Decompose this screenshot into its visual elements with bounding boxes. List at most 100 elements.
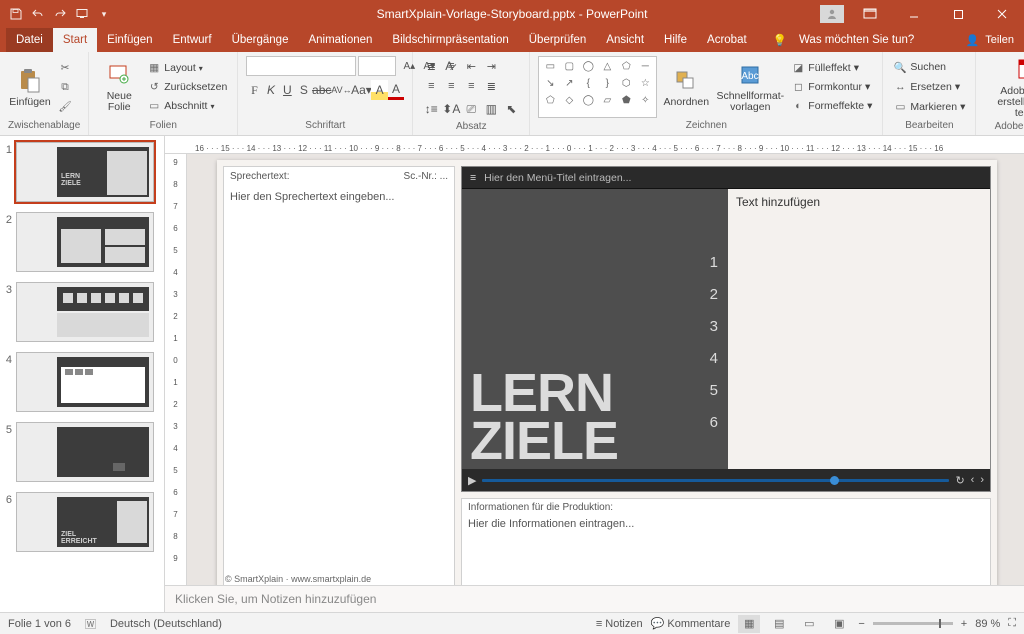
close-icon[interactable]: [980, 0, 1024, 28]
new-slide-button[interactable]: Neue Folie: [97, 56, 141, 118]
preview-menu-bar[interactable]: ≡Hier den Menü-Titel eintragen...: [462, 167, 990, 189]
slide-counter: Folie 1 von 6: [8, 618, 71, 630]
notes-pane[interactable]: Klicken Sie, um Notizen hinzuzufügen: [165, 585, 1024, 612]
thumb-1[interactable]: 1 LERN ZIELE: [2, 142, 160, 202]
case-button[interactable]: Aa▾: [351, 80, 371, 100]
comments-toggle[interactable]: 💬 Kommentare: [651, 617, 731, 630]
zoom-out-icon[interactable]: −: [858, 618, 864, 630]
speaker-text-box[interactable]: Sprechertext:Sc.-Nr.: ... Hier den Sprec…: [223, 166, 455, 585]
share-button[interactable]: 👤Teilen: [966, 34, 1014, 47]
replace-button[interactable]: ↔Ersetzen ▾: [891, 78, 967, 97]
line-spacing-icon[interactable]: ↕≡: [421, 99, 441, 119]
indent-right-icon[interactable]: ⇥: [481, 56, 501, 76]
thumb-3[interactable]: 3: [2, 282, 160, 342]
strike-button[interactable]: abc: [312, 80, 331, 100]
adobe-pdf-button[interactable]: Adobe PDF erstellen und teilen: [984, 56, 1024, 119]
indent-left-icon[interactable]: ⇤: [461, 56, 481, 76]
minimize-icon[interactable]: [892, 0, 936, 28]
arrange-button[interactable]: Anordnen: [661, 56, 711, 118]
ribbon-display-icon[interactable]: [848, 0, 892, 28]
select-icon: ▭: [893, 101, 907, 113]
language-status[interactable]: Deutsch (Deutschland): [110, 618, 222, 630]
layout-button[interactable]: ▦Layout ▾: [145, 59, 229, 77]
undo-icon[interactable]: [28, 4, 48, 24]
align-text-icon[interactable]: ⎚: [461, 99, 481, 119]
highlight-button[interactable]: A: [371, 80, 387, 100]
spellcheck-icon[interactable]: 🅆: [85, 616, 96, 632]
replay-icon[interactable]: ↻: [955, 474, 964, 487]
format-painter-button[interactable]: 🖌: [56, 97, 74, 115]
copy-button[interactable]: ⧉: [56, 78, 74, 96]
shadow-button[interactable]: S: [296, 80, 312, 100]
tab-acrobat[interactable]: Acrobat: [697, 28, 757, 52]
start-from-beginning-icon[interactable]: [72, 4, 92, 24]
account-icon[interactable]: [820, 5, 844, 23]
redo-icon[interactable]: [50, 4, 70, 24]
qat-dropdown-icon[interactable]: ▾: [94, 4, 114, 24]
thumb-5[interactable]: 5: [2, 422, 160, 482]
timeline-slider[interactable]: [482, 479, 949, 482]
quick-styles-button[interactable]: Abc Schnellformat- vorlagen: [715, 56, 785, 118]
bullets-icon[interactable]: ≣: [421, 56, 441, 76]
cut-button[interactable]: ✂: [56, 59, 74, 77]
tab-start[interactable]: Start: [53, 28, 97, 52]
shape-fill-button[interactable]: ◪Fülleffekt ▾: [789, 59, 874, 77]
ribbon: Einfügen ✂ ⧉ 🖌 Zwischenablage Neue Folie…: [0, 52, 1024, 136]
align-right-icon[interactable]: ≡: [461, 76, 481, 96]
shape-effects-button[interactable]: ◐Formeffekte ▾: [789, 97, 874, 115]
fit-to-window-icon[interactable]: ⛶: [1008, 617, 1016, 630]
thumb-2[interactable]: 2: [2, 212, 160, 272]
underline-button[interactable]: U: [279, 80, 295, 100]
autosave-icon[interactable]: [6, 4, 26, 24]
tab-design[interactable]: Entwurf: [163, 28, 222, 52]
effects-icon: ◐: [791, 100, 805, 112]
tell-me[interactable]: Was möchten Sie tun?: [797, 28, 924, 52]
production-info-box[interactable]: Informationen für die Produktion: Hier d…: [461, 498, 991, 585]
select-button[interactable]: ▭Markieren ▾: [891, 98, 967, 117]
thumb-6[interactable]: 6 ZIEL ERREICHT: [2, 492, 160, 552]
zoom-level[interactable]: 89 %: [975, 618, 1000, 630]
font-color-button[interactable]: A: [388, 80, 404, 100]
cut-icon: ✂: [58, 62, 72, 74]
side-text-box[interactable]: Text hinzufügen: [728, 189, 990, 469]
tab-review[interactable]: Überprüfen: [519, 28, 597, 52]
smartart-icon[interactable]: ⬉: [501, 99, 521, 119]
tab-slideshow[interactable]: Bildschirmpräsentation: [382, 28, 518, 52]
align-center-icon[interactable]: ≡: [441, 76, 461, 96]
prev-icon[interactable]: ‹: [971, 474, 975, 486]
tab-file[interactable]: Datei: [6, 28, 53, 52]
slide-thumbnails: 1 LERN ZIELE 2 3 4 5: [0, 136, 165, 612]
align-left-icon[interactable]: ≡: [421, 76, 441, 96]
justify-icon[interactable]: ≣: [481, 76, 501, 96]
tab-view[interactable]: Ansicht: [596, 28, 654, 52]
text-direction-icon[interactable]: ⬍A: [441, 99, 461, 119]
thumb-4[interactable]: 4: [2, 352, 160, 412]
spacing-button[interactable]: AV↔: [331, 80, 351, 100]
columns-icon[interactable]: ▥: [481, 99, 501, 119]
paste-button[interactable]: Einfügen: [8, 56, 52, 118]
maximize-icon[interactable]: [936, 0, 980, 28]
find-button[interactable]: 🔍Suchen: [891, 58, 967, 77]
tab-insert[interactable]: Einfügen: [97, 28, 162, 52]
numbering-icon[interactable]: ≡: [441, 56, 461, 76]
slide-canvas[interactable]: Sprechertext:Sc.-Nr.: ... Hier den Sprec…: [187, 154, 1024, 585]
reset-button[interactable]: ↺Zurücksetzen: [145, 78, 229, 96]
shape-outline-button[interactable]: ◻Formkontur ▾: [789, 78, 874, 96]
play-icon[interactable]: ▶: [468, 474, 476, 487]
tab-transitions[interactable]: Übergänge: [222, 28, 299, 52]
next-icon[interactable]: ›: [980, 474, 984, 486]
bold-button[interactable]: F: [246, 80, 262, 100]
tab-animations[interactable]: Animationen: [298, 28, 382, 52]
notes-toggle[interactable]: ≡ Notizen: [596, 618, 643, 630]
group-font: A▴ A▾ A̷ F K U S abc AV↔ Aa▾ A A Schrift…: [238, 52, 413, 135]
font-size-select[interactable]: [358, 56, 396, 76]
reset-icon: ↺: [147, 81, 161, 93]
group-editing: 🔍Suchen ↔Ersetzen ▾ ▭Markieren ▾ Bearbei…: [883, 52, 976, 135]
tab-help[interactable]: Hilfe: [654, 28, 697, 52]
section-button[interactable]: ▭Abschnitt ▾: [145, 97, 229, 115]
zoom-slider[interactable]: [873, 622, 953, 625]
zoom-in-icon[interactable]: +: [961, 618, 967, 630]
font-family-select[interactable]: [246, 56, 356, 76]
shapes-gallery[interactable]: ▭▢◯△⬠─ ↘↗{}⬡☆ ⬠◇◯▱⬟✧: [538, 56, 657, 118]
italic-button[interactable]: K: [263, 80, 279, 100]
